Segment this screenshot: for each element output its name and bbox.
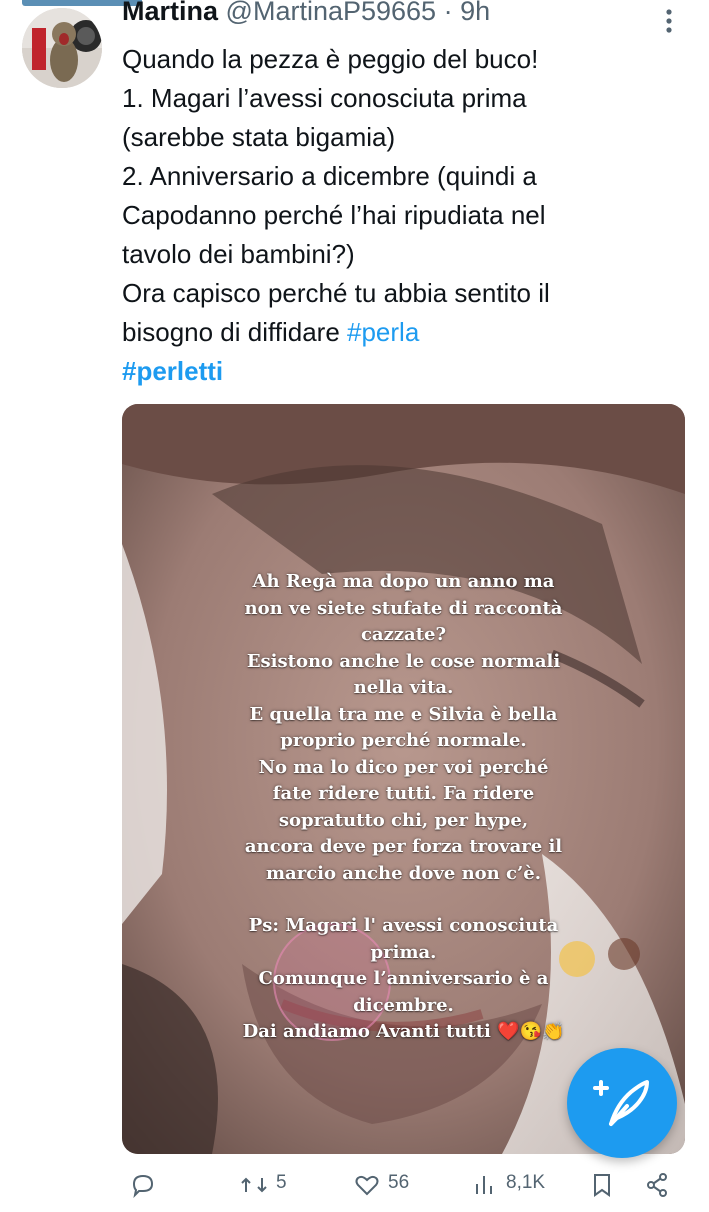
- tweet-media[interactable]: Ah Regà ma dopo un anno ma non ve siete …: [122, 404, 685, 1154]
- overlay-line: non ve siete stufate di raccontà: [244, 597, 563, 619]
- tweet-line-text: bisogno di diffidare: [122, 317, 348, 347]
- reply-button[interactable]: [130, 1172, 164, 1198]
- tweet-line: bisogno di diffidare #perla: [122, 313, 692, 352]
- overlay-line: ancora deve per forza trovare il: [244, 836, 563, 857]
- retweet-icon: [241, 1177, 267, 1193]
- overlay-ps-line: Ps: Magari l' avessi conosciuta: [248, 915, 559, 936]
- tweet-header: Martina @MartinaP59665 · 9h: [122, 0, 679, 32]
- reply-icon: [132, 1174, 154, 1198]
- more-button[interactable]: [657, 6, 681, 36]
- overlay-line: sopratutto chi, per hype,: [278, 809, 529, 831]
- like-button[interactable]: 56: [354, 1172, 409, 1198]
- share-icon: [647, 1173, 667, 1197]
- tweet-line: (sarebbe stata bigamia): [122, 122, 396, 152]
- tweet-text: Quando la pezza è peggio del buco! 1. Ma…: [122, 40, 692, 391]
- more-dots-icon: [666, 9, 672, 33]
- overlay-ps-line: prima.: [370, 941, 437, 963]
- tweet-line: 1. Magari l’avessi conosciuta prima: [122, 83, 527, 113]
- tweet-actions: 5 56 8,1K: [122, 1172, 689, 1212]
- tweet-line: Capodanno perché l’hai ripudiata nel: [122, 200, 546, 230]
- tweet-line: tavolo dei bambini?): [122, 239, 355, 269]
- like-count: 56: [388, 1172, 410, 1193]
- hashtag-link[interactable]: #perletti: [122, 356, 223, 386]
- overlay-line: Ah Regà ma dopo un anno ma: [252, 571, 555, 592]
- heart-icon: [355, 1175, 379, 1196]
- tweet-line: #perletti: [122, 352, 692, 391]
- overlay-line: nella vita.: [353, 677, 454, 698]
- tweet-line: Ora capisco perché tu abbia sentito il: [122, 278, 550, 308]
- tweet-line: 2. Anniversario a dicembre (quindi a: [122, 161, 537, 191]
- author-handle[interactable]: @MartinaP59665: [226, 0, 437, 26]
- bookmark-button[interactable]: [590, 1172, 622, 1198]
- compose-feather-icon: [593, 1080, 649, 1126]
- tweet-time[interactable]: 9h: [460, 0, 490, 26]
- story-overlay-text: Ah Regà ma dopo un anno ma non ve siete …: [122, 569, 685, 1046]
- overlay-line: fate ridere tutti. Fa ridere: [272, 783, 535, 804]
- views-count: 8,1K: [506, 1172, 546, 1193]
- overlay-ps-line: Comunque l’anniversario è a: [258, 968, 549, 989]
- hashtag-link[interactable]: #perla: [347, 317, 419, 347]
- overlay-gap: [122, 887, 685, 913]
- views-button[interactable]: 8,1K: [472, 1172, 545, 1198]
- overlay-line: Esistono anche le cose normali: [246, 650, 561, 672]
- avatar[interactable]: [22, 8, 102, 88]
- share-button[interactable]: [644, 1172, 678, 1198]
- compose-button[interactable]: [567, 1048, 677, 1158]
- overlay-ps-line: Dai andiamo Avanti tutti ❤️😘👏: [242, 1021, 565, 1042]
- header-separator: ·: [443, 0, 453, 26]
- overlay-ps-line: dicembre.: [353, 994, 454, 1016]
- overlay-line: No ma lo dico per voi perché: [258, 756, 549, 778]
- overlay-line: cazzate?: [360, 624, 447, 645]
- overlay-line: marcio anche dove non c’è.: [266, 862, 541, 884]
- views-icon: [476, 1176, 492, 1194]
- retweet-button[interactable]: 5: [240, 1172, 287, 1198]
- tweet-line: Quando la pezza è peggio del buco!: [122, 44, 539, 74]
- bookmark-icon: [594, 1174, 610, 1197]
- author-name[interactable]: Martina: [122, 0, 218, 26]
- overlay-line: proprio perché normale.: [280, 730, 527, 751]
- avatar-image: [22, 8, 102, 88]
- overlay-line: E quella tra me e Silvia è bella: [249, 703, 558, 725]
- retweet-count: 5: [276, 1172, 287, 1193]
